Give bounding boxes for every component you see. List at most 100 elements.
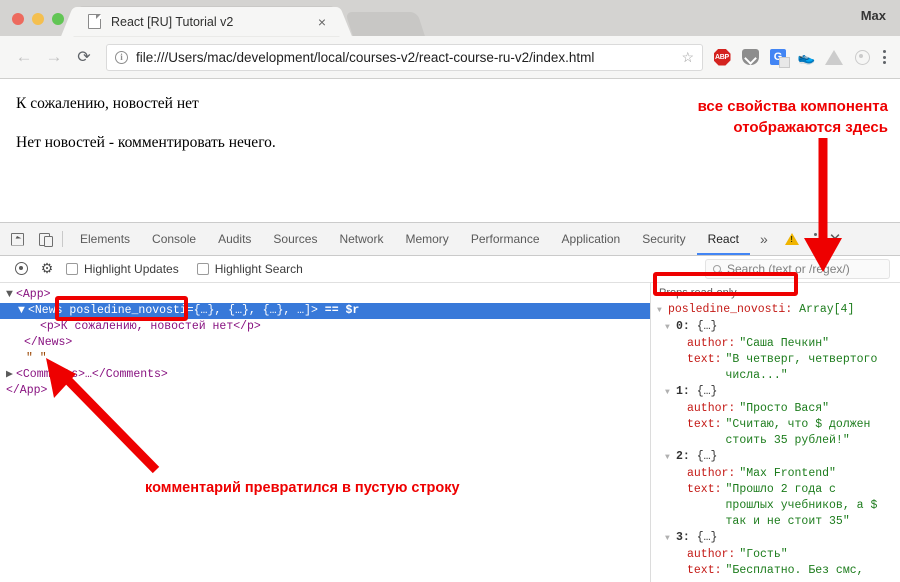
- tab-sources[interactable]: Sources: [262, 223, 328, 255]
- react-component-tree[interactable]: ▼ <App> ▼ <News posledine_novosti={…}, {…}…: [0, 283, 650, 582]
- highlight-updates-label: Highlight Updates: [84, 261, 179, 276]
- adblock-plus-icon[interactable]: ABP: [713, 48, 731, 66]
- gear-icon[interactable]: ⚙: [34, 258, 60, 280]
- collapse-arrow-icon[interactable]: ▶: [6, 367, 16, 383]
- browser-tabstrip: React [RU] Tutorial v2 × Max: [0, 0, 900, 36]
- highlight-updates-checkbox[interactable]: Highlight Updates: [66, 262, 179, 276]
- devtools-panel: Elements Console Audits Sources Network …: [0, 222, 900, 582]
- props-item-row[interactable]: ▼ 1: {…}: [651, 384, 900, 401]
- expand-arrow-icon[interactable]: ▼: [665, 320, 676, 336]
- tab-react[interactable]: React: [697, 223, 750, 255]
- props-panel-header: Props read-only: [659, 286, 737, 299]
- tree-tag: </News>: [24, 335, 73, 349]
- tab-memory[interactable]: Memory: [394, 223, 459, 255]
- tree-attr-name: posledine_novosti=: [69, 303, 194, 317]
- checkbox-box[interactable]: [66, 262, 78, 275]
- new-tab-area[interactable]: [345, 12, 425, 36]
- search-input[interactable]: Search (text or /regex/): [705, 258, 890, 279]
- tree-row[interactable]: " ": [0, 351, 650, 367]
- pocket-icon[interactable]: [741, 48, 759, 66]
- device-toolbar-icon[interactable]: [31, 226, 58, 252]
- checkbox-box[interactable]: [196, 262, 209, 275]
- adblock-plus-label: ABP: [713, 48, 731, 66]
- tree-row[interactable]: <p>К сожалению, новостей нет</p>: [0, 319, 650, 335]
- prop-brace: {…}: [696, 530, 718, 544]
- prop-key-author: author:: [687, 336, 736, 350]
- prop-brace: {…}: [696, 384, 718, 398]
- extension-icons: ABP G 👟: [713, 47, 873, 68]
- target-icon[interactable]: [853, 48, 871, 66]
- prop-index: 2:: [676, 449, 690, 463]
- profile-name[interactable]: Max: [861, 8, 886, 23]
- expand-arrow-icon[interactable]: ▼: [6, 287, 16, 303]
- expand-arrow-icon[interactable]: ▼: [18, 303, 28, 319]
- minimize-window-button[interactable]: [32, 13, 44, 25]
- props-root-row[interactable]: ▼ posledine_novosti: Array[4]: [651, 302, 900, 319]
- address-bar[interactable]: i file:///Users/mac/development/local/co…: [106, 43, 703, 71]
- browser-toolbar: ← → ⟳ i file:///Users/mac/development/lo…: [0, 36, 900, 79]
- prop-brace: {…}: [696, 319, 718, 333]
- expand-arrow-icon[interactable]: ▼: [665, 385, 676, 401]
- google-translate-label: G: [770, 49, 790, 68]
- props-field-row: author: "Просто Вася": [651, 401, 900, 417]
- inspect-element-icon[interactable]: [4, 226, 31, 252]
- tab-application[interactable]: Application: [551, 223, 632, 255]
- prop-brace: {…}: [696, 449, 718, 463]
- tree-row[interactable]: </News>: [0, 335, 650, 351]
- tree-tag: <Comments>…</Comments>: [16, 367, 168, 381]
- maximize-window-button[interactable]: [52, 13, 64, 25]
- google-translate-icon[interactable]: G: [769, 48, 790, 68]
- search-icon: [713, 264, 721, 273]
- forward-icon[interactable]: →: [40, 43, 68, 71]
- bookmark-star-icon[interactable]: ☆: [681, 49, 694, 66]
- shoe-icon[interactable]: 👟: [796, 47, 816, 67]
- tab-security[interactable]: Security: [631, 223, 696, 255]
- reload-icon[interactable]: ⟳: [70, 43, 98, 71]
- crosshair-icon[interactable]: [8, 258, 34, 280]
- search-placeholder: Search (text or /regex/): [727, 261, 850, 276]
- tree-row[interactable]: ▶ <Comments>…</Comments>: [0, 367, 650, 383]
- tree-row[interactable]: ▼ <App>: [0, 287, 650, 303]
- browser-tab[interactable]: React [RU] Tutorial v2 ×: [74, 7, 339, 36]
- prop-value-author: "Гость": [739, 547, 788, 561]
- props-item-row[interactable]: ▼ 3: {…}: [651, 530, 900, 547]
- tab-network[interactable]: Network: [328, 223, 394, 255]
- warning-triangle-icon[interactable]: [784, 233, 799, 245]
- tab-performance[interactable]: Performance: [460, 223, 551, 255]
- drive-icon[interactable]: [825, 48, 843, 66]
- tree-row[interactable]: </App>: [0, 383, 650, 399]
- expand-arrow-icon[interactable]: ▼: [665, 531, 676, 547]
- prop-value: Array[4]: [799, 302, 855, 316]
- tab-audits[interactable]: Audits: [207, 223, 262, 255]
- prop-value-author: "Max Frontend": [739, 466, 836, 480]
- props-field-row: text: "Прошло 2 года с прошлых учебников,…: [651, 482, 900, 530]
- props-item-row[interactable]: ▼ 0: {…}: [651, 319, 900, 336]
- react-props-panel[interactable]: Props read-only ▼ posledine_novosti: Arra…: [650, 282, 900, 582]
- prop-key-text: text:: [687, 563, 722, 577]
- expand-arrow-icon[interactable]: ▼: [665, 450, 676, 466]
- tree-empty-string-node: " ": [26, 351, 47, 365]
- props-field-row: text: "В четверг, четвертого числа...": [651, 352, 900, 384]
- page-info-icon[interactable]: i: [115, 50, 128, 64]
- browser-menu-icon[interactable]: [875, 50, 890, 64]
- devtools-menu-icon[interactable]: [806, 232, 825, 246]
- props-field-row: text: "Считаю, что $ должен стоить 35 руб…: [651, 417, 900, 449]
- prop-value-text: "Прошло 2 года с прошлых учебников, а $ …: [725, 482, 878, 528]
- tree-row-selected[interactable]: ▼ <News posledine_novosti={…}, {…}, {…}, …: [0, 302, 650, 319]
- prop-key-author: author:: [687, 466, 736, 480]
- tab-console[interactable]: Console: [141, 223, 207, 255]
- back-icon[interactable]: ←: [10, 43, 38, 71]
- annotation-bottom: комментарий превратился в пустую строку: [145, 480, 460, 496]
- expand-arrow-icon[interactable]: ▼: [657, 303, 668, 319]
- close-icon[interactable]: ×: [315, 15, 329, 29]
- close-devtools-icon[interactable]: ✕: [825, 230, 852, 248]
- highlight-search-checkbox[interactable]: Highlight Search: [196, 262, 303, 276]
- prop-key: posledine_novosti:: [668, 302, 793, 316]
- props-item-row[interactable]: ▼ 2: {…}: [651, 449, 900, 466]
- page-icon: [88, 14, 101, 29]
- tree-text-node: <p>К сожалению, новостей нет</p>: [40, 319, 261, 333]
- close-window-button[interactable]: [12, 13, 24, 25]
- tree-selected-ref: == $r: [324, 303, 360, 317]
- tab-elements[interactable]: Elements: [69, 223, 141, 255]
- tab-overflow-icon[interactable]: »: [750, 231, 778, 247]
